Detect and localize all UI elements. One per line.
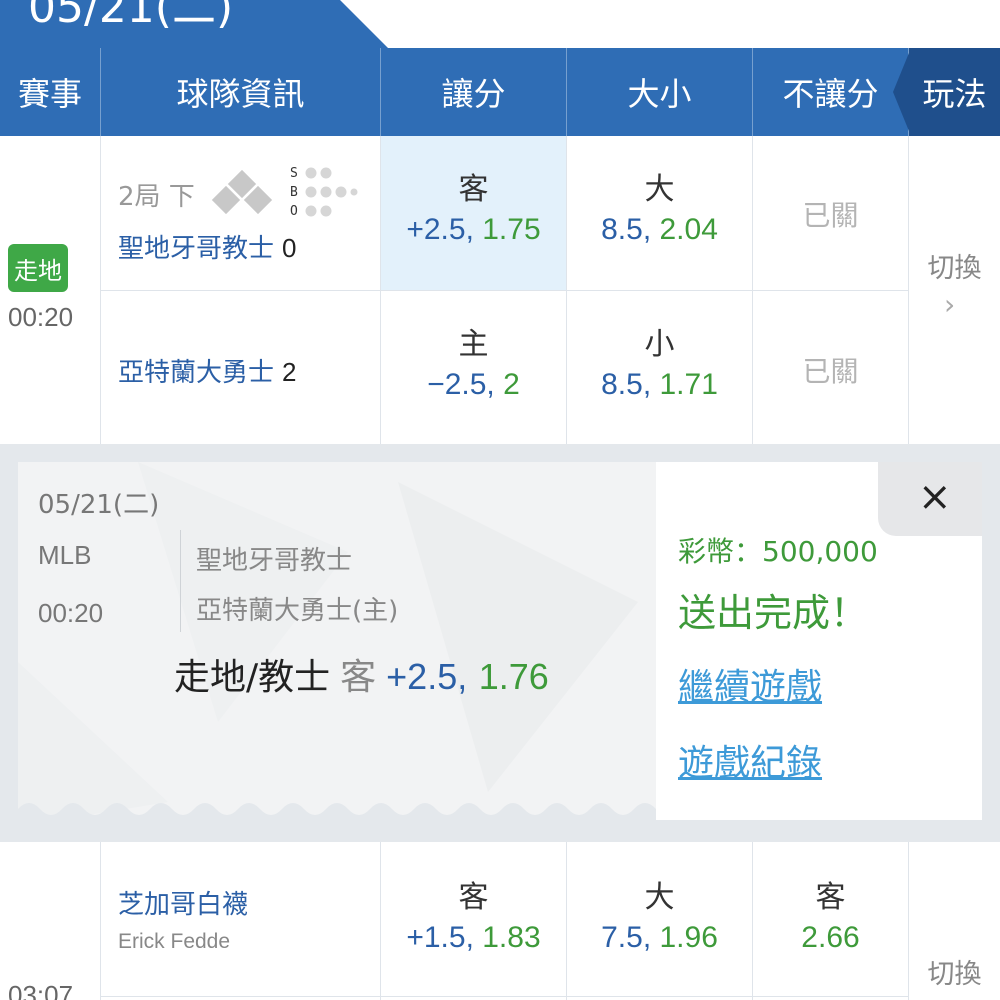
match-row-upcoming: 03:07 芝加哥白襪 Erick Fedde 客 +1.5, 1.83 大 7… <box>0 842 1000 1000</box>
column-header: 賽事 球隊資訊 讓分 大小 不讓分 玩法 <box>0 48 1000 136</box>
odds-line: 8.5, <box>601 368 652 401</box>
continue-game-link[interactable]: 繼續遊戲 <box>678 658 822 710</box>
ticket-zigzag-edge <box>18 803 656 820</box>
ticket-time: 00:20 <box>38 598 104 628</box>
bet-ticket: × 05/21(二) MLB 00:20 聖地牙哥教士 亞特蘭大勇士(主) 走地… <box>18 462 982 820</box>
ticket-bet-selection: 走地/教士客 +2.5, 1.76 <box>174 648 549 700</box>
odds-over[interactable]: 大 7.5, 1.96 <box>567 842 752 996</box>
moneyline-away-closed: 已關 <box>802 199 859 232</box>
ticket-divider <box>180 530 181 632</box>
odds-price: 2.04 <box>659 213 718 246</box>
ticket-league: MLB <box>38 540 92 570</box>
count-label-ball: B <box>290 185 298 200</box>
play-tab-notch <box>893 48 911 136</box>
team-away-pitcher: Erick Fedde <box>118 930 231 953</box>
team-away-name: 芝加哥白襪 <box>118 890 249 920</box>
odds-label: 客 <box>458 172 489 207</box>
team-away-score: 0 <box>282 233 297 263</box>
odds-label: 大 <box>644 880 675 915</box>
ticket-bet-side: 客 <box>340 657 377 698</box>
divider <box>908 136 909 444</box>
odds-handicap-away[interactable]: 客 +1.5, 1.83 <box>381 842 566 996</box>
odds-label: 大 <box>644 172 675 207</box>
odds-handicap-home[interactable]: 主 −2.5, 2 <box>381 291 566 444</box>
odds-price: 1.83 <box>482 921 541 954</box>
ticket-bet-line: +2.5, <box>386 656 468 697</box>
switch-button[interactable]: 切換 <box>909 246 1000 285</box>
odds-price: 1.71 <box>659 368 718 401</box>
odds-price: 2.66 <box>801 921 860 954</box>
live-status-badge: 走地 <box>8 244 68 292</box>
divider <box>100 842 101 1000</box>
ticket-date: 05/21(二) <box>38 490 160 520</box>
odds-line: +1.5, <box>406 921 474 954</box>
match-time: 00:20 <box>8 302 74 332</box>
odds-label: 客 <box>815 880 846 915</box>
date-tab-label: 05/21(二) <box>28 0 234 33</box>
header-team-info: 球隊資訊 <box>101 48 381 136</box>
odds-under[interactable]: 小 8.5, 1.71 <box>567 291 752 444</box>
team-away: 芝加哥白襪 <box>118 884 248 921</box>
ticket-bet-name: 走地/教士 <box>174 657 331 698</box>
ticket-team-away: 聖地牙哥教士 <box>196 546 353 576</box>
ticket-stake: 彩幣：500,000 <box>678 535 878 568</box>
odds-line: 8.5, <box>601 213 652 246</box>
odds-line: +2.5, <box>406 213 474 246</box>
divider <box>100 996 908 997</box>
team-away: 聖地牙哥教士 0 <box>118 228 296 265</box>
team-home-score: 2 <box>282 357 297 387</box>
ticket-team-home: 亞特蘭大勇士(主) <box>196 596 399 626</box>
odds-moneyline-away[interactable]: 客 2.66 <box>753 842 908 996</box>
odds-handicap-away[interactable]: 客 +2.5, 1.75 <box>381 136 566 290</box>
odds-line: 7.5, <box>601 921 652 954</box>
odds-label: 客 <box>458 880 489 915</box>
chevron-right-icon: › <box>944 288 956 321</box>
count-indicator-icon: S B O <box>290 166 358 219</box>
odds-price: 2 <box>503 368 520 401</box>
ticket-submit-status: 送出完成！ <box>678 591 869 635</box>
match-row-live: 走地 00:20 2局 下 S B O 聖地牙哥教士 0 亞特蘭大勇士 2 客 +2… <box>0 136 1000 444</box>
team-home: 亞特蘭大勇士 2 <box>118 352 296 389</box>
match-time: 03:07 <box>8 980 74 1000</box>
header-event: 賽事 <box>0 48 101 136</box>
header-play-tab[interactable]: 玩法 <box>909 48 1000 136</box>
odds-price: 1.96 <box>659 921 718 954</box>
header-over-under: 大小 <box>567 48 753 136</box>
count-label-out: O <box>290 204 298 219</box>
odds-line: −2.5, <box>427 368 495 401</box>
odds-label: 小 <box>644 327 675 362</box>
ticket-bet-price: 1.76 <box>478 656 549 697</box>
close-icon[interactable]: × <box>918 474 952 520</box>
odds-over[interactable]: 大 8.5, 2.04 <box>567 136 752 290</box>
header-moneyline: 不讓分 <box>753 48 909 136</box>
odds-price: 1.75 <box>482 213 541 246</box>
bet-confirmation-overlay: × 05/21(二) MLB 00:20 聖地牙哥教士 亞特蘭大勇士(主) 走地… <box>0 444 1000 842</box>
count-label-strike: S <box>290 166 298 181</box>
switch-button[interactable]: 切換 <box>909 952 1000 991</box>
inning-indicator: 2局 下 <box>118 182 195 212</box>
team-away-name: 聖地牙哥教士 <box>118 234 275 264</box>
game-history-link[interactable]: 遊戲紀錄 <box>678 734 822 786</box>
team-home-name: 亞特蘭大勇士 <box>118 358 275 388</box>
odds-label: 主 <box>458 327 489 362</box>
moneyline-home-closed: 已關 <box>802 355 859 388</box>
top-bar: 05/21(二) <box>0 0 1000 48</box>
header-handicap: 讓分 <box>381 48 567 136</box>
